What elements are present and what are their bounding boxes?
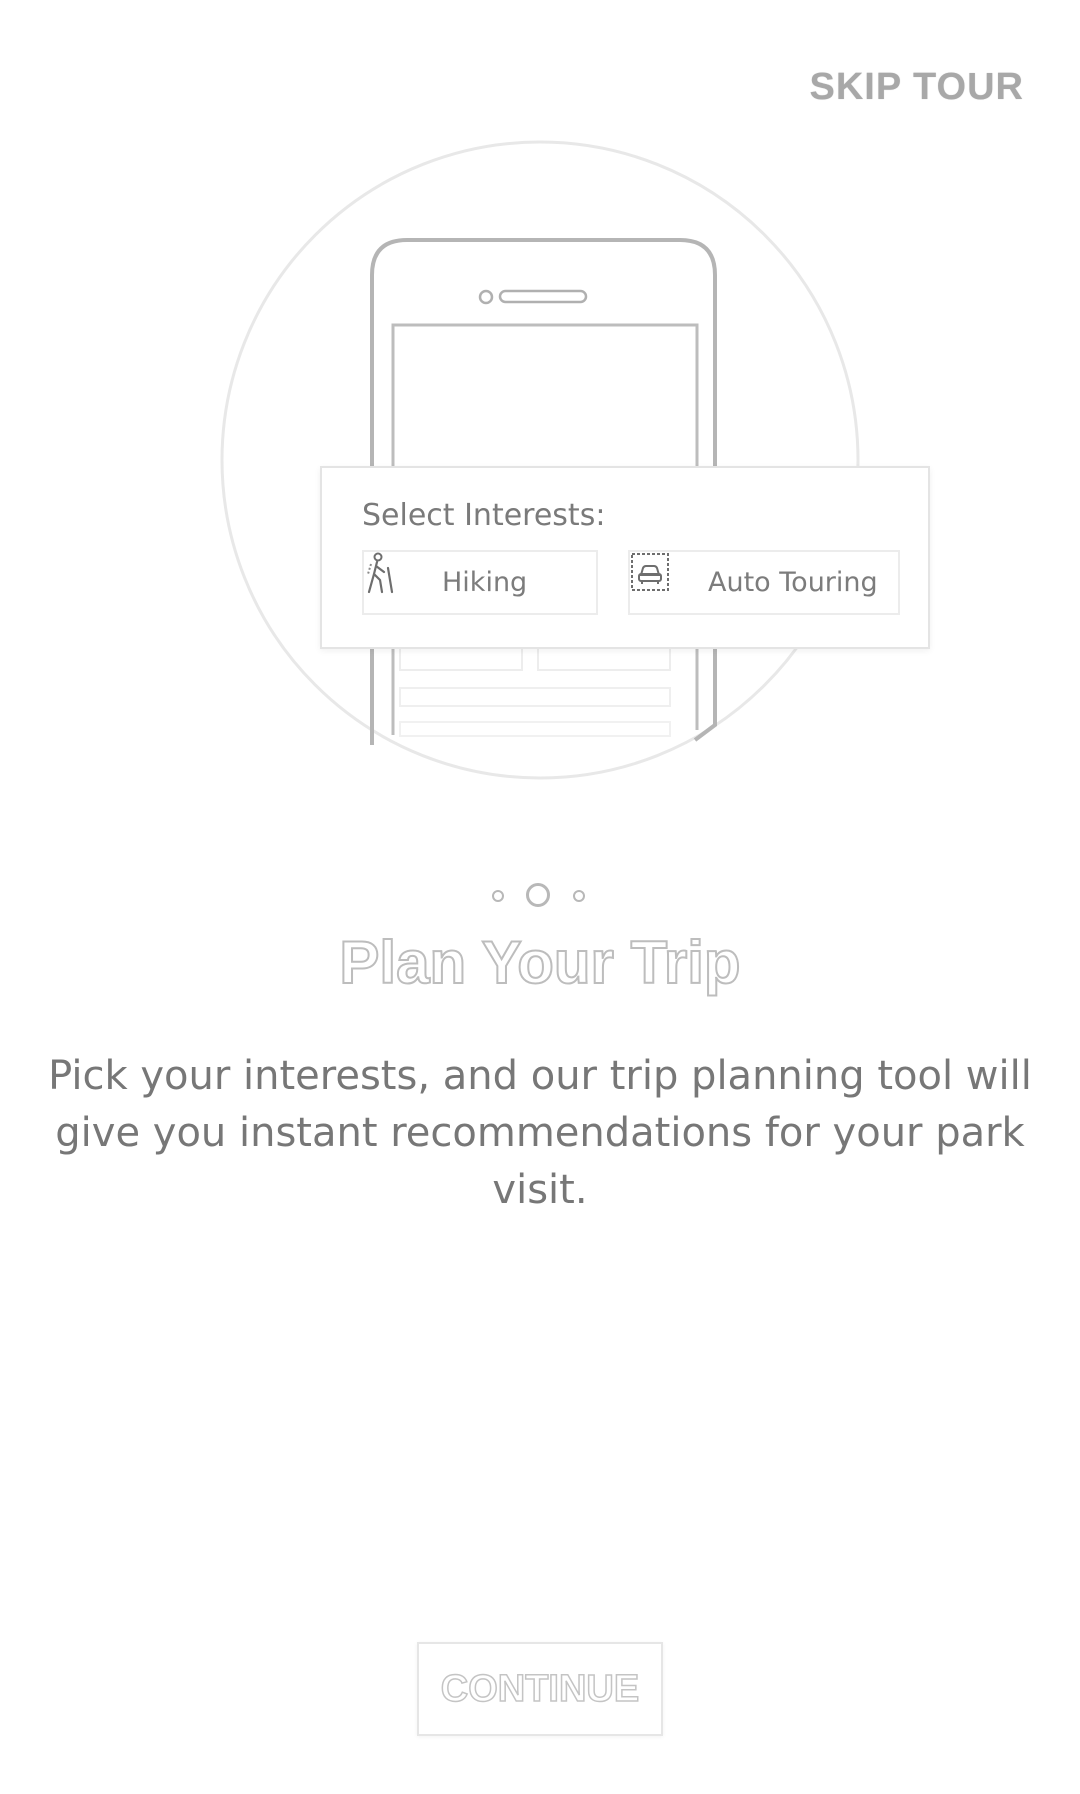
page-dot-3[interactable] [573, 890, 585, 902]
page-dot-2-active[interactable] [526, 883, 550, 907]
hiker-icon [367, 552, 426, 605]
car-icon [631, 553, 692, 605]
interest-chip-hiking: Hiking [362, 550, 598, 615]
plan-trip-illustration: Select Interests: Hiking Auto Touring [0, 0, 1080, 820]
phone-illustration [220, 140, 860, 780]
page-title: Plan Your Trip [338, 928, 741, 997]
page-dot-1[interactable] [492, 890, 504, 902]
interest-card-title: Select Interests: [362, 498, 606, 533]
page-indicator [0, 880, 1080, 912]
interest-chip-label: Hiking [442, 567, 528, 598]
interest-chip-label: Auto Touring [708, 567, 878, 598]
continue-label: CONTINUE [440, 1667, 640, 1711]
interest-card: Select Interests: Hiking Auto Touring [320, 466, 930, 649]
continue-button[interactable]: CONTINUE [417, 1642, 663, 1736]
interest-chip-auto-touring: Auto Touring [628, 550, 900, 615]
page-description: Pick your interests, and our trip planni… [48, 1053, 1032, 1213]
